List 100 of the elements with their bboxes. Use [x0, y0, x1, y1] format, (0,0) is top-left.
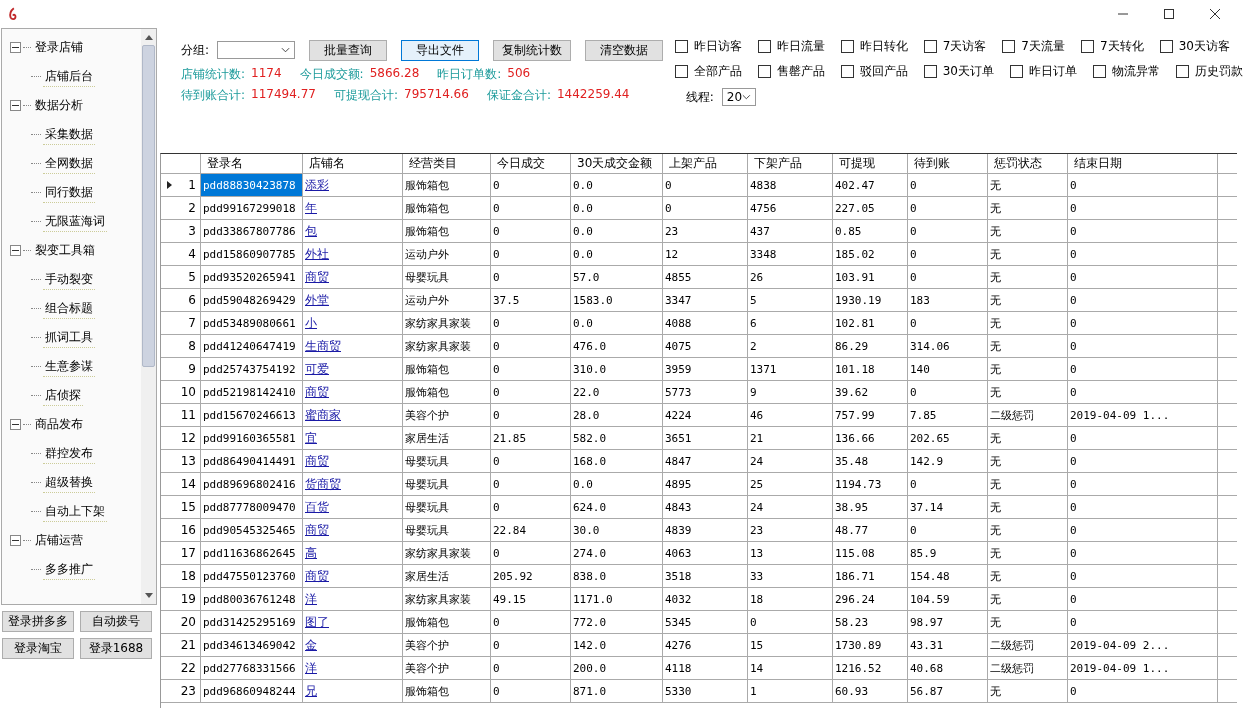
store-link[interactable]: 图了 — [305, 613, 329, 631]
checkbox-label[interactable]: 30天订单 — [942, 63, 994, 80]
checkbox[interactable] — [1159, 40, 1173, 53]
tree-group-label[interactable]: 登录店铺 — [33, 38, 85, 57]
scrollbar[interactable] — [141, 29, 156, 604]
close-icon[interactable] — [1209, 8, 1221, 20]
table-cell[interactable]: pdd41240647419 — [201, 335, 303, 357]
table-cell[interactable]: pdd47550123760 — [201, 565, 303, 587]
store-link[interactable]: 蜜商家 — [305, 406, 341, 424]
tree-group-label[interactable]: 数据分析 — [33, 96, 85, 115]
store-link[interactable]: 货商贸 — [305, 475, 341, 493]
table-cell[interactable]: pdd86490414491 — [201, 450, 303, 472]
table-cell[interactable]: pdd34613469042 — [201, 634, 303, 656]
store-link[interactable]: 小 — [305, 314, 317, 332]
checkbox[interactable] — [1176, 65, 1189, 78]
store-link[interactable]: 年 — [305, 199, 317, 217]
tree-item[interactable]: 店侦探 — [43, 385, 83, 406]
store-link[interactable]: 洋 — [305, 590, 317, 608]
checkbox-label[interactable]: 7天流量 — [1021, 38, 1065, 55]
threads-dropdown[interactable]: 20 — [721, 88, 756, 106]
store-link[interactable]: 洋 — [305, 659, 317, 677]
store-link[interactable]: 外堂 — [305, 291, 329, 309]
checkbox[interactable] — [674, 40, 688, 53]
store-link[interactable]: 金 — [305, 636, 317, 654]
store-link[interactable]: 宜 — [305, 429, 317, 447]
tree-item[interactable]: 店铺后台 — [43, 66, 95, 87]
store-link[interactable]: 外社 — [305, 245, 329, 263]
scroll-up-icon[interactable] — [144, 34, 153, 40]
table-cell[interactable]: pdd90545325465 — [201, 519, 303, 541]
table-cell[interactable]: pdd27768331566 — [201, 657, 303, 679]
checkbox-label[interactable]: 昨日订单 — [1029, 63, 1077, 80]
toolbar-button[interactable]: 导出文件 — [401, 39, 480, 61]
store-link[interactable]: 添彩 — [305, 176, 329, 194]
column-header[interactable]: 上架产品 — [663, 154, 748, 173]
checkbox[interactable] — [923, 65, 937, 78]
tree-item[interactable]: 无限蓝海词 — [43, 211, 107, 232]
table-cell[interactable]: pdd33867807786 — [201, 220, 303, 242]
tree-item[interactable]: 群控发布 — [43, 443, 95, 464]
store-link[interactable]: 包 — [305, 222, 317, 240]
checkbox[interactable] — [757, 40, 771, 53]
tree-group-label[interactable]: 商品发布 — [33, 415, 85, 434]
tree-item[interactable]: 同行数据 — [43, 182, 95, 203]
tree-item[interactable]: 抓词工具 — [43, 327, 95, 348]
collapse-icon[interactable] — [10, 535, 21, 546]
store-link[interactable]: 商贸 — [305, 452, 329, 470]
table-cell[interactable]: pdd52198142410 — [201, 381, 303, 403]
collapse-icon[interactable] — [10, 245, 21, 256]
checkbox[interactable] — [840, 40, 854, 53]
checkbox-label[interactable]: 全部产品 — [693, 63, 742, 80]
group-dropdown[interactable] — [217, 41, 296, 59]
store-link[interactable]: 生商贸 — [305, 337, 341, 355]
checkbox[interactable] — [1093, 65, 1106, 78]
table-cell[interactable]: pdd25743754192 — [201, 358, 303, 380]
checkbox[interactable] — [1002, 40, 1016, 53]
column-header[interactable]: 结束日期 — [1068, 154, 1218, 173]
collapse-icon[interactable] — [10, 419, 21, 430]
login-button[interactable]: 自动拨号 — [80, 611, 152, 632]
checkbox-label[interactable]: 物流异常 — [1112, 63, 1160, 80]
store-link[interactable]: 百货 — [305, 498, 329, 516]
store-link[interactable]: 商贸 — [305, 268, 329, 286]
table-cell[interactable]: pdd96860948244 — [201, 680, 303, 702]
column-header[interactable]: 惩罚状态 — [988, 154, 1068, 173]
table-cell[interactable]: pdd99160365581 — [201, 427, 303, 449]
checkbox-label[interactable]: 昨日流量 — [776, 38, 825, 55]
login-button[interactable]: 登录拼多多 — [2, 611, 74, 632]
column-header[interactable]: 下架产品 — [748, 154, 833, 173]
maximize-icon[interactable] — [1163, 8, 1175, 20]
table-cell[interactable]: pdd80036761248 — [201, 588, 303, 610]
tree-group-label[interactable]: 店铺运营 — [33, 531, 85, 550]
column-header[interactable]: 店铺名 — [303, 154, 403, 173]
table-cell[interactable]: pdd15860907785 — [201, 243, 303, 265]
checkbox-label[interactable]: 昨日转化 — [859, 38, 908, 55]
checkbox[interactable] — [1081, 40, 1094, 53]
tree-item[interactable]: 组合标题 — [43, 298, 95, 319]
checkbox-label[interactable]: 7天转化 — [1100, 38, 1144, 55]
checkbox-label[interactable]: 历史罚款 — [1195, 63, 1243, 80]
table-cell[interactable]: pdd53489080661 — [201, 312, 303, 334]
checkbox[interactable] — [923, 40, 937, 53]
column-header[interactable]: 待到账 — [908, 154, 988, 173]
store-link[interactable]: 商贸 — [305, 567, 329, 585]
checkbox-label[interactable]: 驳回产品 — [859, 63, 908, 80]
table-cell[interactable]: pdd31425295169 — [201, 611, 303, 633]
tree-item[interactable]: 生意参谋 — [43, 356, 95, 377]
checkbox[interactable] — [757, 65, 771, 78]
collapse-icon[interactable] — [10, 100, 21, 111]
table-cell[interactable]: pdd11636862645 — [201, 542, 303, 564]
table-cell[interactable]: pdd93520265941 — [201, 266, 303, 288]
checkbox-label[interactable]: 售罄产品 — [776, 63, 825, 80]
toolbar-button[interactable]: 清空数据 — [585, 39, 664, 61]
tree-item[interactable]: 多多推广 — [43, 559, 95, 580]
store-link[interactable]: 可爱 — [305, 360, 329, 378]
table-cell[interactable]: pdd87778009470 — [201, 496, 303, 518]
toolbar-button[interactable]: 复制统计数 — [493, 39, 572, 61]
checkbox[interactable] — [674, 65, 688, 78]
tree-item[interactable]: 采集数据 — [43, 124, 95, 145]
column-header[interactable]: 登录名 — [201, 154, 303, 173]
tree-item[interactable]: 自动上下架 — [43, 501, 107, 522]
column-header[interactable]: 今日成交 — [491, 154, 571, 173]
table-cell[interactable]: pdd99167299018 — [201, 197, 303, 219]
toolbar-button[interactable]: 批量查询 — [309, 39, 388, 61]
